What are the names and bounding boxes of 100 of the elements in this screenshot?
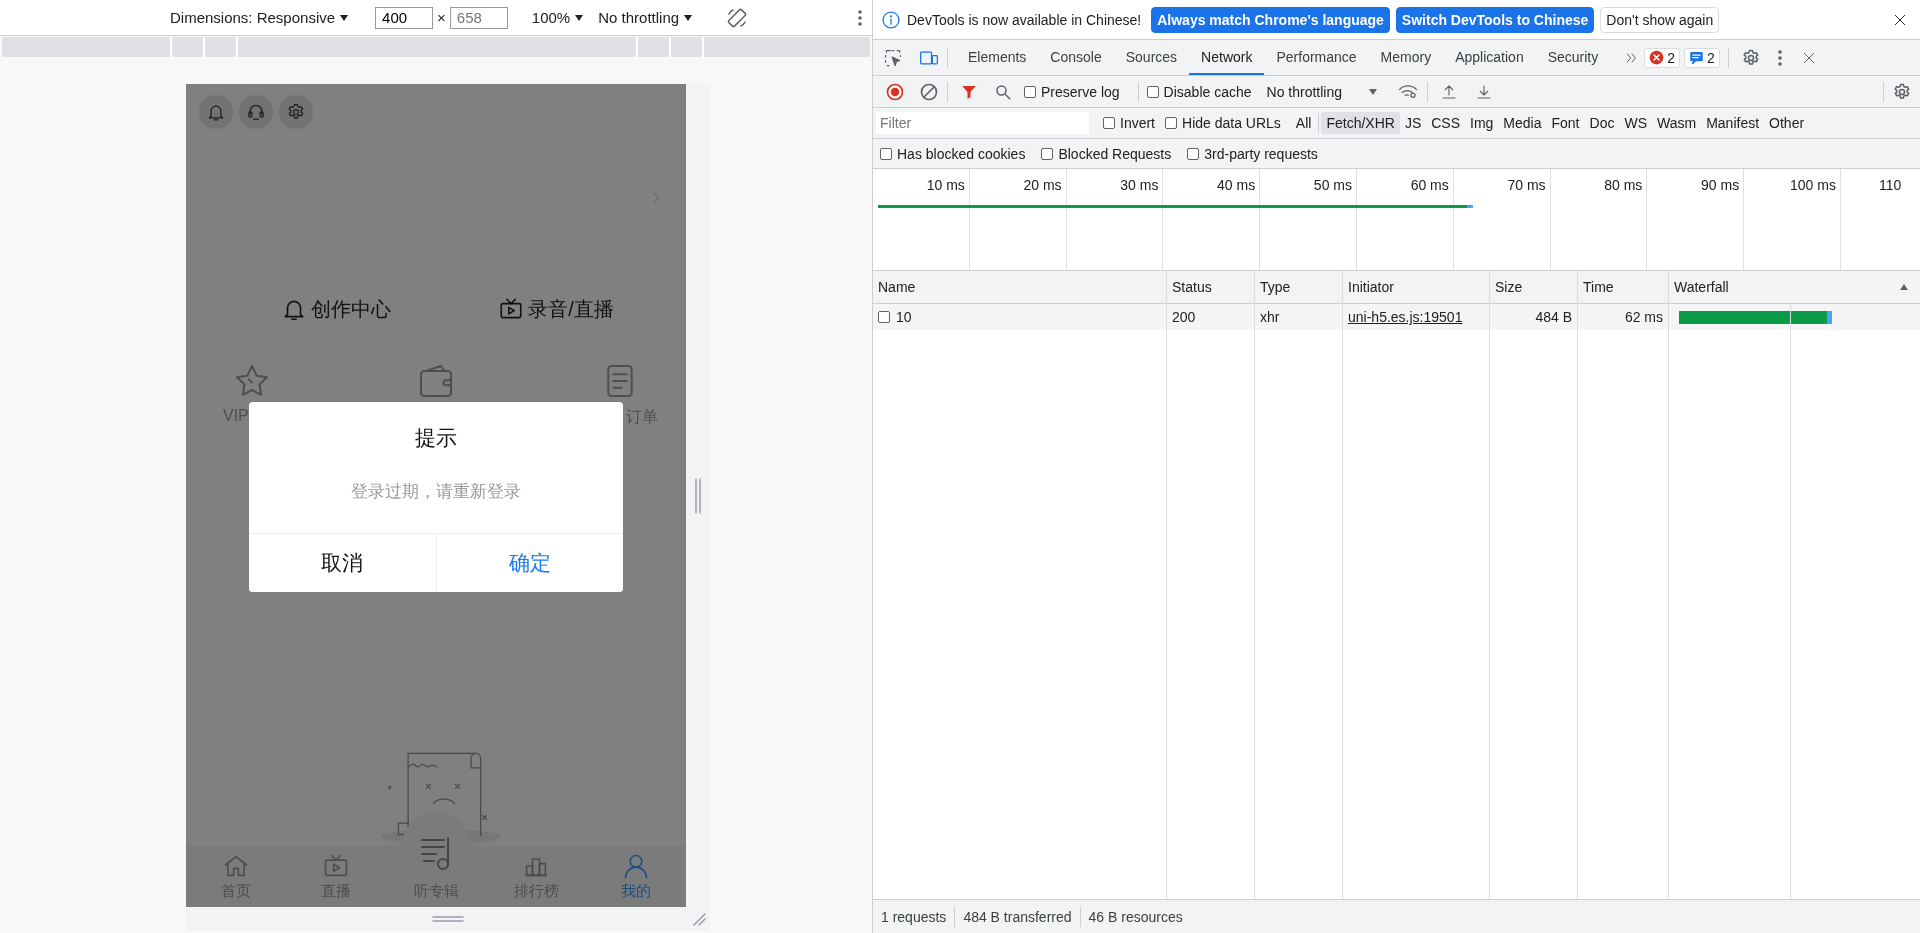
checkbox[interactable] [880, 147, 892, 160]
column-header[interactable]: Type [1255, 271, 1342, 304]
language-button[interactable]: Switch DevTools to Chinese [1395, 6, 1595, 33]
resize-handle-icon[interactable] [432, 915, 464, 922]
type-filter[interactable]: WS [1619, 112, 1652, 134]
confirm-button[interactable]: 确定 [435, 534, 623, 592]
checkbox[interactable] [1187, 147, 1200, 160]
panel-tab[interactable]: Security [1535, 40, 1611, 75]
settings-icon[interactable] [1892, 81, 1912, 102]
checkbox-label: 3rd-party requests [1204, 145, 1318, 162]
type-filter[interactable]: Fetch/XHR [1321, 112, 1400, 134]
info-message: DevTools is now available in Chinese! [907, 11, 1142, 28]
filter-field[interactable]: Filter [876, 112, 1089, 134]
bell-button[interactable] [199, 95, 233, 129]
dismiss-button[interactable]: Don't show again [1600, 6, 1720, 33]
search-icon[interactable] [994, 82, 1012, 101]
type-filter[interactable]: CSS [1426, 112, 1465, 134]
time-tick-label: 40 ms [1217, 177, 1256, 193]
type-filter[interactable]: JS [1399, 112, 1427, 134]
sort-ascending-icon [1899, 283, 1909, 291]
table-cell: 200 [1172, 309, 1196, 325]
checkbox-label: Has blocked cookies [897, 145, 1026, 162]
width-field[interactable]: 400 [375, 6, 434, 29]
language-button[interactable]: Always match Chrome's language [1151, 6, 1390, 33]
headset-icon [246, 102, 266, 122]
type-filter[interactable]: Doc [1584, 112, 1620, 134]
checkbox-label: Invert [1120, 115, 1155, 131]
time-tick-label: 110 [1878, 177, 1902, 193]
column-header[interactable]: Initiator [1343, 271, 1489, 304]
caret-down-icon [1368, 87, 1378, 96]
column-header[interactable]: Time [1578, 271, 1668, 304]
more-options-icon[interactable] [1776, 47, 1783, 68]
caret-down-icon [574, 13, 585, 22]
resize-handle-icon[interactable] [694, 477, 702, 514]
more-options-icon[interactable] [857, 7, 864, 28]
checkbox-label: Blocked Requests [1058, 145, 1172, 162]
column-header[interactable]: Status [1167, 271, 1254, 304]
settings-button[interactable] [279, 95, 313, 129]
message-icon [1689, 50, 1705, 65]
time-tick-label: 100 ms [1790, 177, 1836, 193]
dialog-message: 登录过期，请重新登录 [351, 481, 521, 503]
type-filter[interactable]: Img [1465, 112, 1499, 134]
info-icon [881, 9, 901, 30]
checkbox-label: Disable cache [1163, 83, 1252, 100]
checkbox[interactable] [1146, 85, 1159, 98]
column-header[interactable]: Waterfall [1669, 271, 1920, 304]
panel-tab[interactable]: Performance [1264, 40, 1369, 75]
table-cell: 62 ms [1624, 309, 1663, 325]
type-filter[interactable]: Font [1546, 112, 1585, 134]
table-cell: 484 B [1535, 309, 1572, 325]
panel-tab[interactable]: Elements [956, 40, 1039, 75]
type-filter[interactable]: Manifest [1701, 112, 1765, 134]
error-count-badge[interactable]: 2 [1644, 47, 1681, 68]
panel-tab[interactable]: Application [1443, 40, 1536, 75]
throttling-dropdown[interactable]: No throttling [1261, 80, 1383, 103]
inspect-icon[interactable] [883, 47, 903, 68]
clear-icon[interactable] [919, 81, 939, 102]
caret-down-icon [339, 13, 350, 22]
column-header[interactable]: Size [1490, 271, 1577, 304]
column-header[interactable]: Name [873, 271, 1166, 304]
zoom-dropdown[interactable]: 100% [531, 9, 585, 26]
time-tick-label: 60 ms [1410, 177, 1449, 193]
panel-tab[interactable]: Console [1038, 40, 1114, 75]
time-tick-label: 70 ms [1507, 177, 1546, 193]
checkbox-label: Hide data URLs [1182, 115, 1281, 131]
checkbox[interactable] [1103, 117, 1115, 129]
type-filter[interactable]: Other [1764, 112, 1810, 134]
panel-tab[interactable]: Memory [1368, 40, 1444, 75]
person-icon [622, 852, 650, 880]
dimensions-dropdown[interactable]: Dimensions: Responsive [170, 9, 350, 26]
status-text: 46 B resources [1088, 908, 1183, 925]
checkbox[interactable] [1024, 85, 1036, 98]
time-tick-label: 20 ms [1023, 177, 1062, 193]
table-cell: xhr [1260, 309, 1280, 325]
record-icon[interactable] [885, 81, 905, 102]
throttling-dropdown[interactable]: No throttling [598, 9, 694, 26]
headset-button[interactable] [239, 95, 273, 129]
type-filter[interactable]: All [1290, 112, 1317, 134]
shortcut-item[interactable]: 录音/直播 [446, 294, 666, 324]
settings-icon [286, 102, 306, 122]
status-text: 484 B transferred [963, 908, 1072, 925]
time-tick-label: 10 ms [926, 177, 965, 193]
time-tick-label: 80 ms [1604, 177, 1643, 193]
table-cell: 10 [896, 309, 912, 325]
panel-tab[interactable]: Sources [1113, 40, 1190, 75]
time-tick-label: 30 ms [1120, 177, 1159, 193]
message-count-badge[interactable]: 2 [1684, 47, 1720, 68]
time-tick-label: 50 ms [1313, 177, 1352, 193]
checkbox[interactable] [878, 311, 890, 323]
checkbox[interactable] [1041, 147, 1054, 160]
checkbox[interactable] [1165, 117, 1177, 129]
dialog-title: 提示 [415, 425, 457, 451]
type-filter[interactable]: Wasm [1652, 112, 1702, 134]
height-field[interactable]: 658 [449, 6, 508, 29]
type-filter[interactable]: Media [1498, 112, 1547, 134]
shortcut-item[interactable]: 创作中心 [226, 294, 446, 324]
error-icon [1649, 50, 1665, 65]
caret-down-icon [683, 13, 694, 22]
status-text: 1 requests [881, 908, 947, 925]
checkbox-label: Preserve log [1041, 83, 1120, 100]
